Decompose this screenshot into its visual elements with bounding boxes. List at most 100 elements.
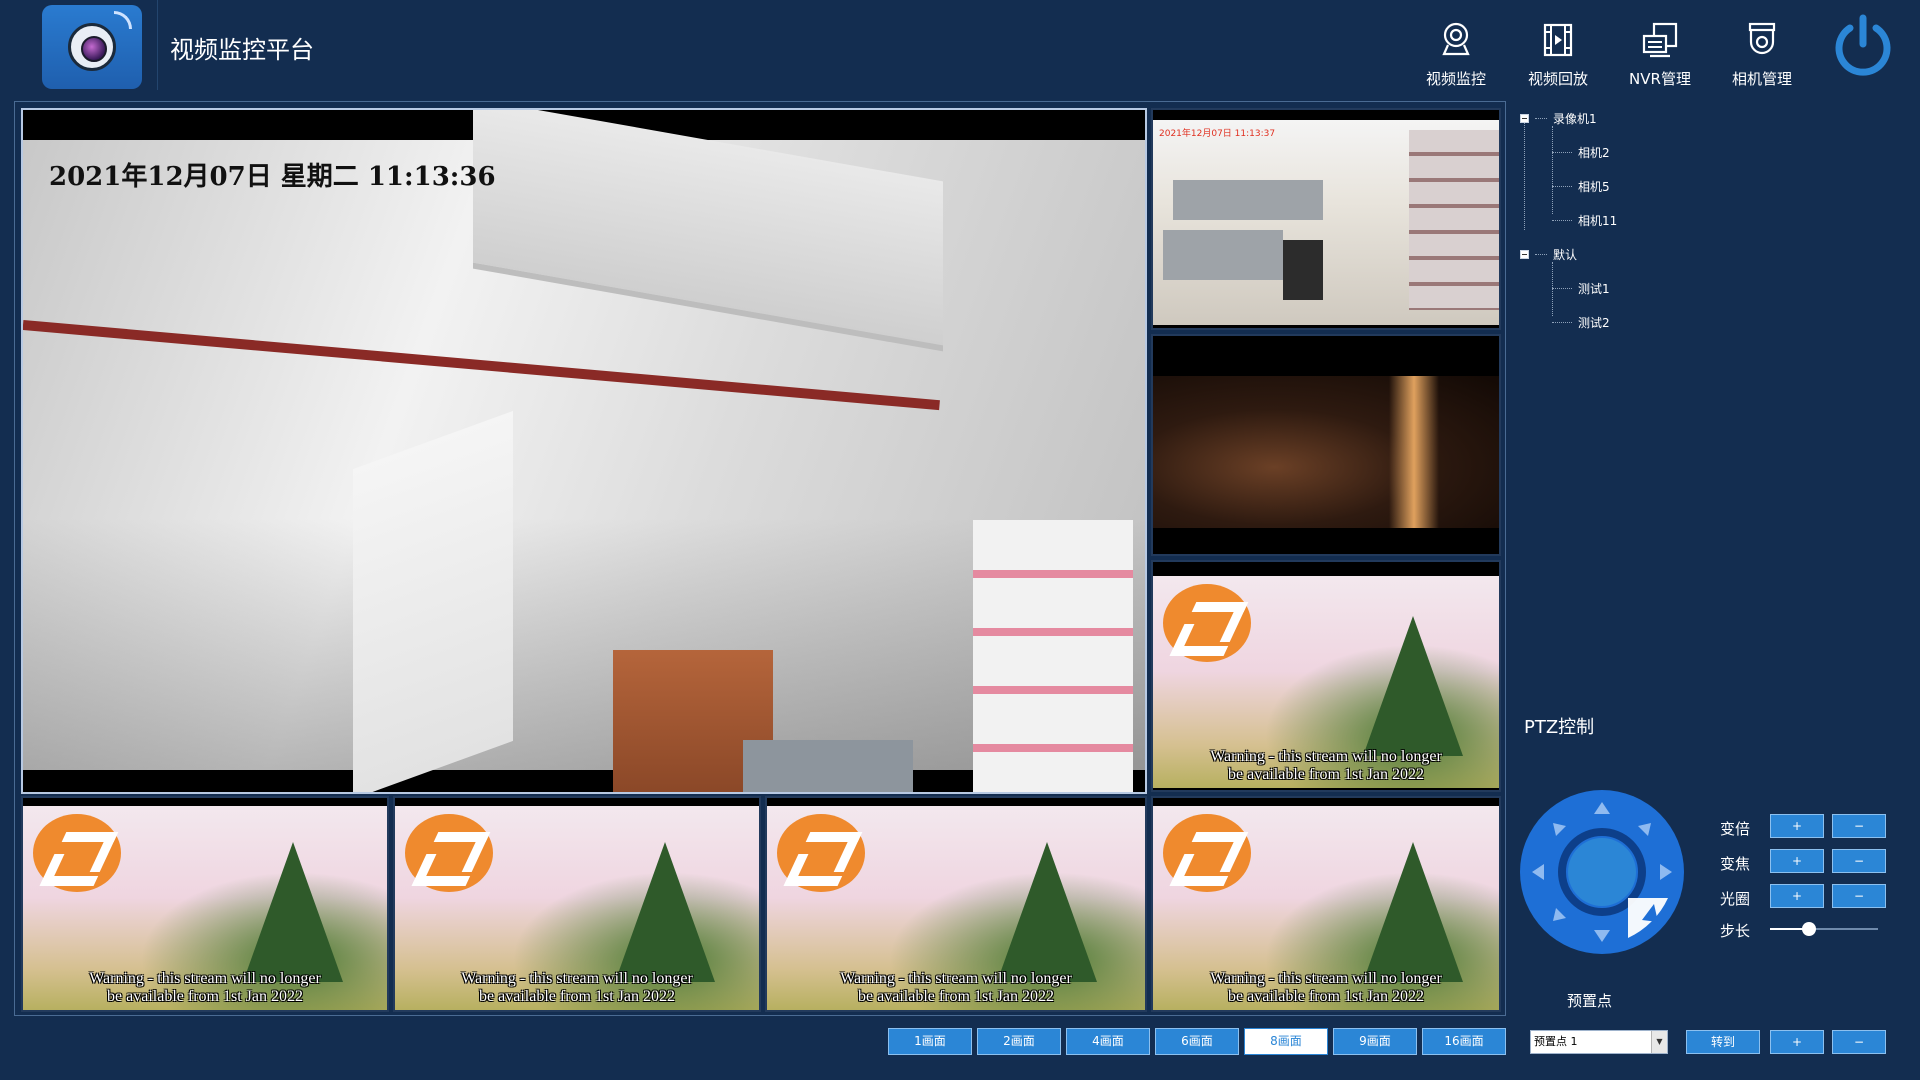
tree-line xyxy=(1535,118,1547,119)
power-icon[interactable] xyxy=(1828,10,1898,80)
stream-warning-text: Warning - this stream will no longer be … xyxy=(1210,970,1442,1005)
tree xyxy=(1363,842,1463,982)
focus-plus-button[interactable]: + xyxy=(1770,849,1824,873)
tree-group-label: 录像机1 xyxy=(1553,112,1597,126)
zoom-plus-button[interactable]: + xyxy=(1770,814,1824,838)
tree-line xyxy=(1552,186,1572,187)
stream-warning-text: Warning - this stream will no longer be … xyxy=(461,970,693,1005)
dome-camera-icon xyxy=(1748,22,1776,55)
tree xyxy=(997,842,1097,982)
tree xyxy=(615,842,715,982)
wifi-signal-icon xyxy=(114,11,132,29)
stream-logo-icon xyxy=(33,814,121,892)
app-title: 视频监控平台 xyxy=(170,37,314,64)
nav-label: NVR管理 xyxy=(1629,70,1691,88)
nav-video-monitor[interactable]: 视频监控 xyxy=(1408,20,1504,94)
iris-label: 光圈 xyxy=(1720,890,1751,908)
preset-select[interactable]: 预置点 1 ▼ xyxy=(1530,1030,1668,1054)
preset-title: 预置点 xyxy=(1567,992,1613,1010)
nav-label: 相机管理 xyxy=(1731,70,1792,88)
camera-lens-icon xyxy=(68,23,116,71)
ptz-direction-pad[interactable] xyxy=(1518,788,1686,956)
focus-minus-button[interactable]: − xyxy=(1832,849,1886,873)
tree-item-label: 相机11 xyxy=(1578,214,1618,228)
zoom-minus-button[interactable]: − xyxy=(1832,814,1886,838)
tree-item-camera5[interactable]: 相机5 xyxy=(1552,178,1610,195)
video-tile-dark[interactable] xyxy=(1151,334,1501,556)
layout-button-5[interactable]: 8画面 xyxy=(1244,1028,1328,1055)
collapse-icon[interactable] xyxy=(1520,250,1529,259)
tree-group-label: 默认 xyxy=(1553,248,1578,262)
app-logo xyxy=(42,5,142,89)
device-tree: 录像机1 相机2 相机5 相机11 默认 测试1 测试2 xyxy=(1518,104,1898,344)
video-tile-main[interactable]: 2021年12月07日 星期二 11:13:36 xyxy=(21,108,1147,794)
preset-add-button[interactable]: + xyxy=(1770,1030,1824,1054)
stream-logo-icon xyxy=(1163,814,1251,892)
nav-camera-management[interactable]: 相机管理 xyxy=(1714,20,1810,94)
chevron-down-icon[interactable]: ▼ xyxy=(1651,1031,1667,1053)
tree-line xyxy=(1552,126,1553,214)
stream-logo-icon xyxy=(1163,584,1251,662)
stream-warning-text: Warning - this stream will no longer be … xyxy=(1210,748,1442,783)
focus-label: 变焦 xyxy=(1720,855,1751,873)
preset-goto-button[interactable]: 转到 xyxy=(1686,1030,1760,1054)
tree-item-camera2[interactable]: 相机2 xyxy=(1552,144,1610,161)
tree-line xyxy=(1535,254,1547,255)
whiteboard xyxy=(353,410,513,792)
tree-line xyxy=(1552,152,1572,153)
tree-item-test1[interactable]: 测试1 xyxy=(1552,280,1610,297)
logo-container xyxy=(14,0,158,90)
tree-group-recorder1[interactable]: 录像机1 xyxy=(1520,110,1597,127)
desk xyxy=(1173,180,1323,220)
light-beam xyxy=(1389,376,1439,528)
layout-button-7[interactable]: 16画面 xyxy=(1422,1028,1506,1055)
tree-item-camera11[interactable]: 相机11 xyxy=(1552,212,1617,229)
layout-button-6[interactable]: 9画面 xyxy=(1333,1028,1417,1055)
stream-logo-icon xyxy=(405,814,493,892)
video-tile-warning[interactable]: Warning - this stream will no longer be … xyxy=(765,796,1147,1012)
nav-label: 视频监控 xyxy=(1425,70,1486,88)
tree-group-default[interactable]: 默认 xyxy=(1520,246,1577,263)
slider-thumb[interactable] xyxy=(1801,922,1816,936)
nav-nvr-management[interactable]: NVR管理 xyxy=(1612,20,1708,94)
video-tile-office[interactable]: 2021年12月07日 11:13:37 xyxy=(1151,108,1501,330)
cabinet xyxy=(743,740,913,792)
video-wall: 2021年12月07日 星期二 11:13:36 2021年12月07日 11:… xyxy=(14,101,1506,1016)
iris-minus-button[interactable]: − xyxy=(1832,884,1886,908)
film-playback-icon xyxy=(1543,23,1573,57)
tree-line xyxy=(1552,322,1572,323)
camera-feed-warning: Warning - this stream will no longer be … xyxy=(1153,806,1499,1010)
video-tile-warning[interactable]: Warning - this stream will no longer be … xyxy=(1151,560,1501,792)
collapse-icon[interactable] xyxy=(1520,114,1529,123)
tree-item-test2[interactable]: 测试2 xyxy=(1552,314,1610,331)
step-label: 步长 xyxy=(1720,922,1751,940)
nvr-devices-icon xyxy=(1642,22,1678,58)
tree-line xyxy=(1524,118,1525,230)
layout-button-4[interactable]: 6画面 xyxy=(1155,1028,1239,1055)
equipment-rack xyxy=(1409,130,1499,310)
iris-plus-button[interactable]: + xyxy=(1770,884,1824,908)
nav-label: 视频回放 xyxy=(1527,70,1588,88)
stream-warning-text: Warning - this stream will no longer be … xyxy=(840,970,1072,1005)
tree xyxy=(243,842,343,982)
layout-button-3[interactable]: 4画面 xyxy=(1066,1028,1150,1055)
stream-warning-text: Warning - this stream will no longer be … xyxy=(89,970,321,1005)
video-tile-warning[interactable]: Warning - this stream will no longer be … xyxy=(1151,796,1501,1012)
video-tile-warning[interactable]: Warning - this stream will no longer be … xyxy=(21,796,389,1012)
layout-button-1[interactable]: 1画面 xyxy=(888,1028,972,1055)
video-tile-warning[interactable]: Warning - this stream will no longer be … xyxy=(393,796,761,1012)
monitor-pin-icon xyxy=(1442,22,1470,56)
shelf xyxy=(973,520,1133,792)
layout-button-2[interactable]: 2画面 xyxy=(977,1028,1061,1055)
preset-selected-value: 预置点 1 xyxy=(1534,1035,1578,1048)
ptz-title: PTZ控制 xyxy=(1524,717,1595,738)
zoom-label: 变倍 xyxy=(1720,820,1751,838)
step-slider[interactable] xyxy=(1770,922,1878,936)
stream-logo-icon xyxy=(777,814,865,892)
tree-line xyxy=(1552,288,1572,289)
camera-feed-warning: Warning - this stream will no longer be … xyxy=(1153,576,1499,788)
ceiling-fixture xyxy=(473,110,943,352)
desk xyxy=(1163,230,1283,280)
nav-video-playback[interactable]: 视频回放 xyxy=(1510,20,1606,94)
preset-remove-button[interactable]: − xyxy=(1832,1030,1886,1054)
